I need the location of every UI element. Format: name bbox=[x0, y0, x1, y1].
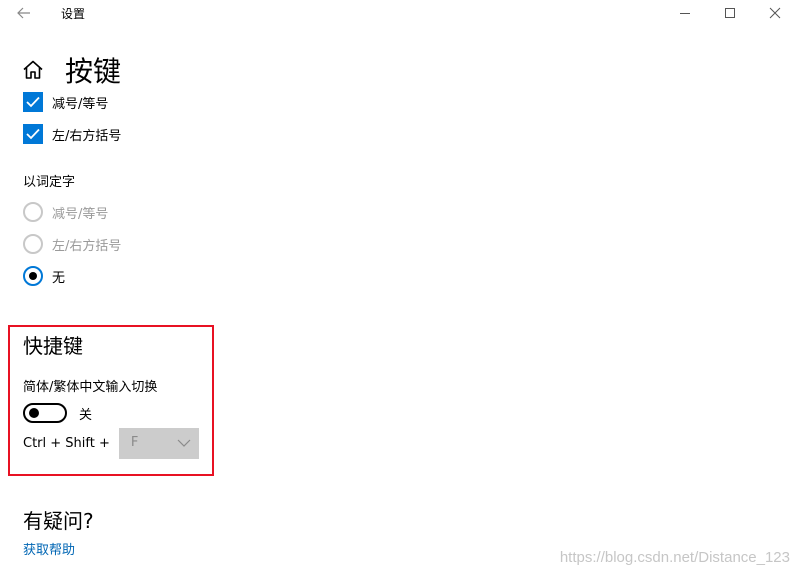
checkbox-box[interactable] bbox=[23, 124, 43, 144]
key-dropdown-value: F bbox=[130, 435, 139, 450]
close-icon bbox=[769, 7, 781, 19]
radio-button[interactable] bbox=[23, 234, 43, 254]
checkbox-label: 左/右方括号 bbox=[52, 128, 122, 144]
shortcut-row: Ctrl + Shift + F bbox=[23, 428, 199, 459]
title-bar: 设置 bbox=[0, 0, 798, 26]
radio-none[interactable]: 无 bbox=[23, 266, 65, 286]
get-help-link[interactable]: 获取帮助 bbox=[23, 539, 75, 558]
checkbox-box[interactable] bbox=[23, 92, 43, 112]
chevron-down-icon bbox=[177, 439, 191, 447]
toggle-state-label: 关 bbox=[79, 407, 93, 423]
back-button[interactable] bbox=[10, 2, 38, 24]
toggle-knob bbox=[29, 408, 39, 418]
checkmark-icon bbox=[26, 128, 40, 140]
radio-minus-equal[interactable]: 减号/等号 bbox=[23, 202, 108, 222]
switch-label: 简体/繁体中文输入切换 bbox=[23, 380, 158, 395]
close-button[interactable] bbox=[752, 0, 798, 26]
maximize-button[interactable] bbox=[707, 0, 753, 26]
page-title: 按键 bbox=[65, 55, 122, 88]
radio-brackets[interactable]: 左/右方括号 bbox=[23, 234, 121, 254]
radio-button[interactable] bbox=[23, 202, 43, 222]
checkbox-minus-equal[interactable]: 减号/等号 bbox=[23, 92, 108, 112]
checkmark-icon bbox=[26, 96, 40, 108]
radio-label: 减号/等号 bbox=[52, 206, 109, 222]
watermark: https://blog.csdn.net/Distance_123 bbox=[559, 549, 790, 566]
back-arrow-icon bbox=[17, 7, 30, 19]
checkbox-brackets[interactable]: 左/右方括号 bbox=[23, 124, 121, 144]
minimize-icon bbox=[680, 13, 690, 14]
toggle-switch[interactable] bbox=[23, 403, 67, 423]
radio-dot bbox=[29, 272, 37, 280]
toggle-row: 关 bbox=[23, 403, 92, 423]
key-dropdown[interactable]: F bbox=[118, 428, 199, 459]
maximize-icon bbox=[725, 8, 735, 18]
help-heading: 有疑问? bbox=[23, 509, 94, 533]
word-select-label: 以词定字 bbox=[23, 175, 76, 190]
checkbox-label: 减号/等号 bbox=[52, 96, 109, 112]
radio-button[interactable] bbox=[23, 266, 43, 286]
window-title: 设置 bbox=[61, 7, 86, 21]
home-icon[interactable] bbox=[21, 58, 45, 82]
radio-label: 无 bbox=[52, 270, 66, 286]
minimize-button[interactable] bbox=[662, 0, 708, 26]
shortcuts-heading: 快捷键 bbox=[23, 334, 83, 358]
radio-label: 左/右方括号 bbox=[52, 238, 122, 254]
shortcut-prefix: Ctrl + Shift + bbox=[23, 436, 110, 451]
